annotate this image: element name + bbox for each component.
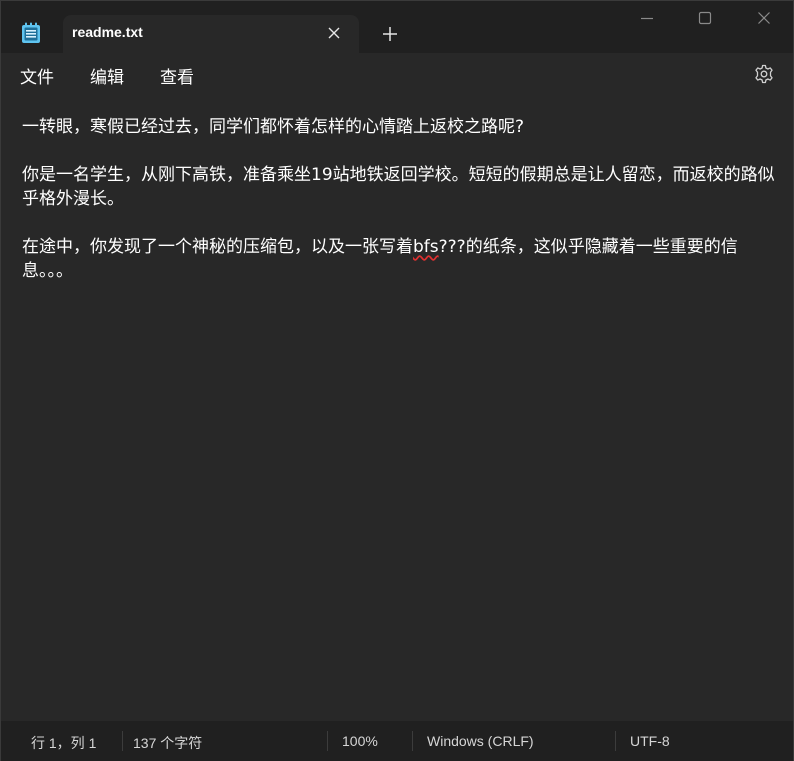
title-bar: readme.txt (1, 1, 793, 53)
maximize-icon[interactable] (698, 11, 712, 25)
misspelled-word[interactable]: bfs (413, 237, 439, 257)
menu-bar: 文件 编辑 查看 (1, 53, 793, 95)
tab-title: readme.txt (72, 24, 143, 40)
menu-file[interactable]: 文件 (20, 63, 54, 88)
text-segment: 在途中，你发现了一个神秘的压缩包，以及一张写着 (22, 237, 413, 257)
gear-icon[interactable] (754, 64, 774, 84)
cursor-position: 行 1，列 1 (31, 735, 97, 751)
status-divider (122, 731, 123, 751)
status-bar: 行 1，列 1 137 个字符 100% Windows (CRLF) UTF-… (1, 721, 793, 761)
notepad-window: readme.txt 文件 编辑 查看 一转眼，寒假已经过去，同学们都怀着怎样的… (0, 0, 794, 761)
status-divider (327, 731, 328, 751)
tab-readme[interactable]: readme.txt (63, 15, 359, 53)
close-icon[interactable] (327, 26, 341, 40)
menu-edit[interactable]: 编辑 (90, 63, 124, 88)
text-editor[interactable]: 一转眼，寒假已经过去，同学们都怀着怎样的心情踏上返校之路呢? 你是一名学生，从刚… (1, 95, 793, 721)
status-divider (412, 731, 413, 751)
minimize-icon[interactable] (640, 11, 654, 25)
notepad-icon (22, 22, 40, 43)
close-window-icon[interactable] (757, 11, 771, 25)
text-line: 你是一名学生，从刚下高铁，准备乘坐19站地铁返回学校。短短的假期总是让人留恋，而… (22, 165, 775, 209)
zoom-level[interactable]: 100% (342, 733, 378, 749)
text-line: 在途中，你发现了一个神秘的压缩包，以及一张写着bfs???的纸条，这似乎隐藏着一… (22, 235, 781, 283)
menu-view[interactable]: 查看 (160, 63, 194, 88)
plus-icon[interactable] (381, 25, 399, 43)
text-line: 一转眼，寒假已经过去，同学们都怀着怎样的心情踏上返校之路呢? (22, 117, 525, 137)
line-ending[interactable]: Windows (CRLF) (427, 733, 534, 749)
character-count: 137 个字符 (133, 735, 203, 751)
encoding[interactable]: UTF-8 (630, 733, 670, 749)
status-divider (615, 731, 616, 751)
